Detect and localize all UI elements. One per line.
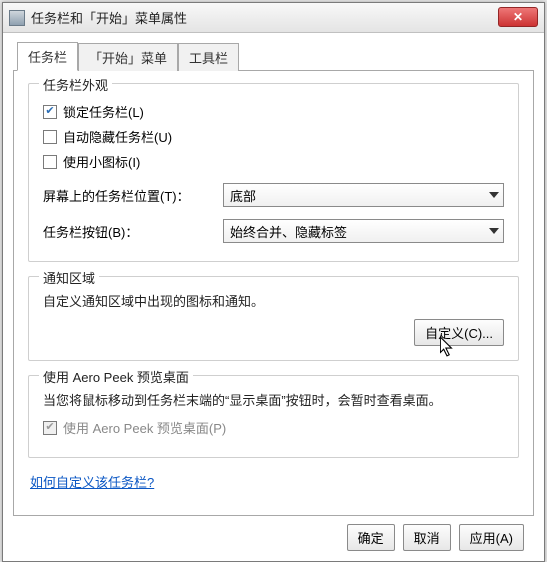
- combo-taskbar-buttons[interactable]: 始终合并、隐藏标签: [223, 219, 504, 243]
- checkbox-label: 自动隐藏任务栏(U): [63, 127, 172, 146]
- label-taskbar-position: 屏幕上的任务栏位置(T)：: [43, 186, 223, 205]
- checkbox-label: 使用小图标(I): [63, 152, 140, 171]
- row-taskbar-position: 屏幕上的任务栏位置(T)： 底部: [43, 183, 504, 207]
- titlebar: 任务栏和「开始」菜单属性 ✕: [3, 3, 544, 33]
- chevron-down-icon: [489, 192, 499, 198]
- checkbox-label: 使用 Aero Peek 预览桌面(P): [63, 418, 226, 437]
- chevron-down-icon: [489, 228, 499, 234]
- tab-toolbars[interactable]: 工具栏: [178, 43, 239, 71]
- notify-button-row: 自定义(C)...: [43, 319, 504, 346]
- peek-desc: 当您将鼠标移动到任务栏末端的“显示桌面”按钮时，会暂时查看桌面。: [43, 390, 504, 412]
- checkbox-label: 锁定任务栏(L): [63, 102, 144, 121]
- row-taskbar-buttons: 任务栏按钮(B)： 始终合并、隐藏标签: [43, 219, 504, 243]
- cancel-button[interactable]: 取消: [403, 524, 451, 551]
- checkbox-lock-taskbar[interactable]: 锁定任务栏(L): [43, 102, 504, 121]
- group-title-peek: 使用 Aero Peek 预览桌面: [39, 367, 193, 386]
- label-taskbar-buttons: 任务栏按钮(B)：: [43, 222, 223, 241]
- close-button[interactable]: ✕: [498, 7, 538, 27]
- group-notification-area: 通知区域 自定义通知区域中出现的图标和通知。 自定义(C)...: [28, 276, 519, 361]
- tab-taskbar[interactable]: 任务栏: [17, 42, 78, 71]
- group-taskbar-appearance: 任务栏外观 锁定任务栏(L) 自动隐藏任务栏(U) 使用小图标(I) 屏幕上的任…: [28, 83, 519, 262]
- checkbox-icon: [43, 421, 57, 435]
- customize-button[interactable]: 自定义(C)...: [414, 319, 504, 346]
- notify-desc: 自定义通知区域中出现的图标和通知。: [43, 291, 504, 313]
- apply-button[interactable]: 应用(A): [459, 524, 524, 551]
- checkbox-small-icons[interactable]: 使用小图标(I): [43, 152, 504, 171]
- close-icon: ✕: [513, 10, 523, 24]
- dialog-button-row: 确定 取消 应用(A): [13, 516, 534, 561]
- checkbox-icon: [43, 155, 57, 169]
- properties-window: 任务栏和「开始」菜单属性 ✕ 任务栏 「开始」菜单 工具栏 任务栏外观 锁定任务…: [2, 2, 545, 562]
- group-aero-peek: 使用 Aero Peek 预览桌面 当您将鼠标移动到任务栏末端的“显示桌面”按钮…: [28, 375, 519, 458]
- window-title: 任务栏和「开始」菜单属性: [31, 8, 187, 27]
- tab-strip: 任务栏 「开始」菜单 工具栏: [13, 41, 534, 71]
- tab-start-menu[interactable]: 「开始」菜单: [78, 43, 178, 71]
- checkbox-icon: [43, 130, 57, 144]
- help-link-row: 如何自定义该任务栏?: [30, 472, 519, 491]
- help-link[interactable]: 如何自定义该任务栏?: [30, 475, 154, 490]
- client-area: 任务栏 「开始」菜单 工具栏 任务栏外观 锁定任务栏(L) 自动隐藏任务栏(U)…: [3, 33, 544, 561]
- ok-button[interactable]: 确定: [347, 524, 395, 551]
- checkbox-aero-peek: 使用 Aero Peek 预览桌面(P): [43, 418, 504, 437]
- group-title-appearance: 任务栏外观: [39, 75, 112, 94]
- checkbox-autohide-taskbar[interactable]: 自动隐藏任务栏(U): [43, 127, 504, 146]
- combo-value: 底部: [230, 186, 256, 205]
- group-title-notify: 通知区域: [39, 268, 99, 287]
- tab-panel-taskbar: 任务栏外观 锁定任务栏(L) 自动隐藏任务栏(U) 使用小图标(I) 屏幕上的任…: [13, 71, 534, 516]
- window-icon: [9, 10, 25, 26]
- combo-taskbar-position[interactable]: 底部: [223, 183, 504, 207]
- checkbox-icon: [43, 105, 57, 119]
- combo-value: 始终合并、隐藏标签: [230, 222, 347, 241]
